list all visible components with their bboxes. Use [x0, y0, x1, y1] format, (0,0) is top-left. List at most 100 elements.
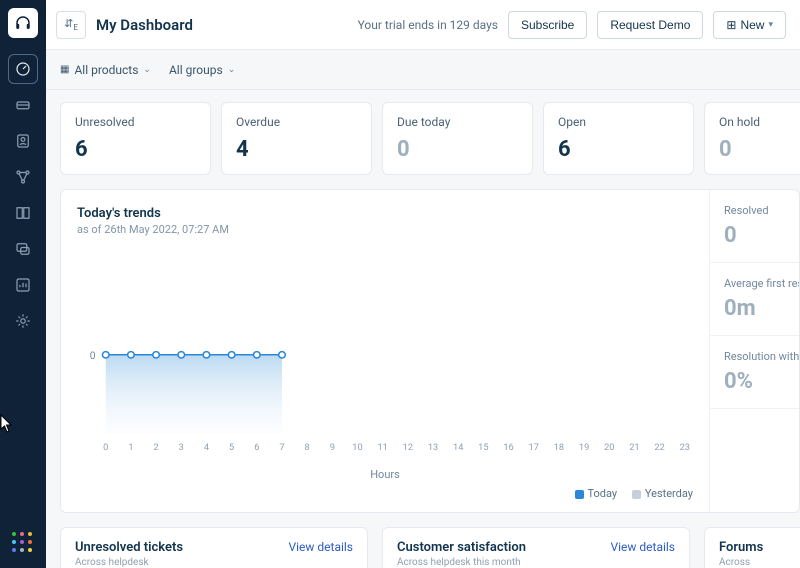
plus-icon: ⊞	[726, 18, 736, 32]
main: ⇵E My Dashboard Your trial ends in 129 d…	[46, 0, 800, 568]
legend-yesterday-swatch	[632, 490, 641, 499]
grid-icon: ▦	[60, 64, 69, 75]
svg-text:17: 17	[529, 443, 539, 453]
products-dropdown[interactable]: ▦ All products ⌄	[60, 63, 151, 77]
page-title: My Dashboard	[96, 16, 193, 34]
svg-text:5: 5	[229, 443, 234, 453]
svg-text:3: 3	[179, 443, 184, 453]
nav-settings[interactable]	[8, 306, 38, 336]
nav-contacts[interactable]	[8, 126, 38, 156]
stat-label: Average first response time	[724, 277, 799, 290]
trial-text: Your trial ends in 129 days	[358, 18, 498, 32]
nav-automation[interactable]	[8, 162, 38, 192]
filter-icon: ⇵E	[64, 17, 78, 32]
svg-text:6: 6	[254, 443, 259, 453]
stat-resolution-sla: Resolution within SLA 0%	[710, 336, 799, 409]
knowledge-icon	[14, 204, 32, 222]
svg-text:19: 19	[579, 443, 589, 453]
trends-title: Today's trends	[77, 206, 693, 221]
stat-value: 0%	[724, 369, 799, 394]
bottom-panels: Unresolved tickets Across helpdesk View …	[60, 527, 800, 568]
card-open[interactable]: Open 6	[543, 102, 694, 175]
svg-text:23: 23	[680, 443, 690, 453]
legend-today-swatch	[575, 490, 584, 499]
chart-legend: Today Yesterday	[77, 487, 693, 500]
chart-xlabel: Hours	[77, 468, 693, 481]
nav-knowledge[interactable]	[8, 198, 38, 228]
summary-cards: Unresolved 6 Overdue 4 Due today 0 Open …	[60, 102, 800, 175]
filter-bar: ▦ All products ⌄ All groups ⌄	[46, 50, 800, 90]
settings-icon	[14, 312, 32, 330]
svg-text:7: 7	[279, 443, 284, 453]
nav-chat[interactable]	[8, 234, 38, 264]
panel-customer-satisfaction: Customer satisfaction Across helpdesk th…	[382, 527, 690, 568]
content: Unresolved 6 Overdue 4 Due today 0 Open …	[46, 90, 800, 568]
header: ⇵E My Dashboard Your trial ends in 129 d…	[46, 0, 800, 50]
panel-title: Unresolved tickets	[75, 540, 183, 555]
trends-subtitle: as of 26th May 2022, 07:27 AM	[77, 223, 693, 236]
card-overdue[interactable]: Overdue 4	[221, 102, 372, 175]
nav-reports[interactable]	[8, 270, 38, 300]
card-on-hold[interactable]: On hold 0	[704, 102, 800, 175]
nav-dashboard[interactable]	[8, 54, 38, 84]
view-details-link[interactable]: View details	[288, 540, 353, 554]
trends-chart-area: Today's trends as of 26th May 2022, 07:2…	[61, 190, 709, 512]
reports-icon	[14, 276, 32, 294]
stat-value: 0m	[724, 296, 799, 321]
card-unresolved[interactable]: Unresolved 6	[60, 102, 211, 175]
new-label: New	[740, 18, 764, 32]
svg-text:14: 14	[453, 443, 463, 453]
panel-subtitle: Across helpdesk	[719, 557, 786, 568]
card-label: Unresolved	[75, 115, 196, 129]
svg-text:15: 15	[478, 443, 488, 453]
new-button[interactable]: ⊞ New ▾	[713, 11, 786, 39]
legend-yesterday-label: Yesterday	[645, 487, 693, 500]
panel-title: Forums	[719, 540, 786, 555]
card-value: 0	[719, 137, 786, 162]
sidebar	[0, 0, 46, 568]
svg-text:11: 11	[377, 443, 387, 453]
app-logo[interactable]	[8, 8, 38, 38]
chat-icon	[14, 240, 32, 258]
stat-label: Resolution within SLA	[724, 350, 799, 363]
svg-text:1: 1	[128, 443, 133, 453]
contacts-icon	[14, 132, 32, 150]
svg-text:21: 21	[629, 443, 639, 453]
svg-text:2: 2	[154, 443, 159, 453]
stat-value: 0	[724, 223, 799, 248]
svg-text:8: 8	[305, 443, 310, 453]
svg-text:20: 20	[604, 443, 614, 453]
card-value: 4	[236, 137, 357, 162]
card-label: Open	[558, 115, 679, 129]
stat-first-response: Average first response time 0m	[710, 263, 799, 336]
groups-dropdown[interactable]: All groups ⌄	[169, 63, 235, 77]
headphones-icon	[14, 14, 32, 32]
subscribe-button[interactable]: Subscribe	[508, 11, 587, 39]
panel-forums: Forums Across helpdesk	[704, 527, 800, 568]
card-label: Overdue	[236, 115, 357, 129]
card-due-today[interactable]: Due today 0	[382, 102, 533, 175]
automation-icon	[14, 168, 32, 186]
panel-unresolved-tickets: Unresolved tickets Across helpdesk View …	[60, 527, 368, 568]
panel-subtitle: Across helpdesk	[75, 557, 183, 568]
svg-text:22: 22	[654, 443, 664, 453]
svg-text:12: 12	[403, 443, 413, 453]
chevron-down-icon: ▾	[768, 19, 773, 30]
dashboard-icon	[14, 60, 32, 78]
view-details-link[interactable]: View details	[610, 540, 675, 554]
apps-launcher[interactable]	[12, 532, 34, 554]
svg-text:0: 0	[90, 351, 96, 362]
svg-text:18: 18	[554, 443, 564, 453]
request-demo-button[interactable]: Request Demo	[597, 11, 703, 39]
trends-stats: Resolved 0 Average first response time 0…	[709, 190, 799, 512]
nav-tickets[interactable]	[8, 90, 38, 120]
stat-resolved: Resolved 0	[710, 190, 799, 263]
filter-button[interactable]: ⇵E	[56, 11, 86, 39]
svg-text:13: 13	[428, 443, 438, 453]
trends-panel: Today's trends as of 26th May 2022, 07:2…	[60, 189, 800, 513]
card-value: 6	[558, 137, 679, 162]
groups-label: All groups	[169, 63, 223, 77]
card-value: 6	[75, 137, 196, 162]
stat-label: Resolved	[724, 204, 799, 217]
svg-text:10: 10	[352, 443, 362, 453]
